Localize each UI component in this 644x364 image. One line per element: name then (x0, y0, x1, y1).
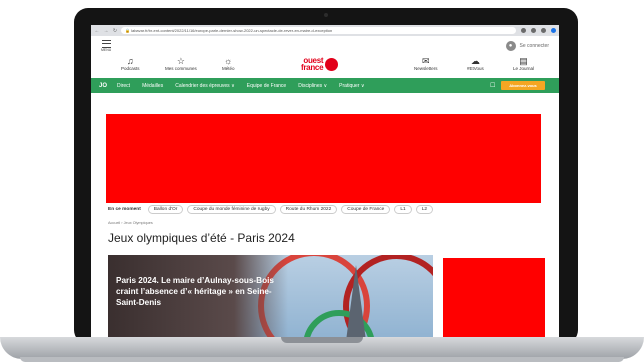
browser-screen: ← → ↻ 🔒 labavar.fr/br-ent-content/2022/1… (91, 25, 559, 341)
nav-equipe-de-france[interactable]: Equipe de France (247, 83, 286, 89)
ouest-france-logo[interactable]: ouest france (301, 56, 339, 72)
bookmark-icon[interactable]: ☐ (490, 82, 495, 89)
browser-toolbar: ← → ↻ 🔒 labavar.fr/br-ent-content/2022/1… (91, 25, 559, 36)
page-title: Jeux olympiques d’été - Paris 2024 (108, 231, 295, 245)
service-icons-row: ♫ Podcasts ☆ Mes communes ☼ Météo ouest … (91, 56, 559, 78)
hero-headline[interactable]: Paris 2024. Le maire d’Aulnay-sous-Bois … (116, 275, 276, 308)
address-bar[interactable]: 🔒 labavar.fr/br-ent-content/2022/11/16/e… (121, 27, 516, 34)
nav-disciplines[interactable]: Disciplines ∨ (298, 83, 327, 89)
laptop-frame: ← → ↻ 🔒 labavar.fr/br-ent-content/2022/1… (74, 8, 578, 344)
logo-text: ouest france (301, 56, 324, 72)
etvous-link[interactable]: ☁ #EtVous (467, 56, 484, 71)
hamburger-icon (101, 40, 111, 48)
login-link[interactable]: ● Se connecter (505, 41, 549, 51)
reload-icon[interactable]: ↻ (112, 28, 118, 34)
back-arrow-icon[interactable]: ← (94, 28, 100, 34)
trending-label: En ce moment (108, 207, 141, 212)
meteo-label: Météo (222, 66, 235, 71)
nav-direct[interactable]: Direct (117, 83, 130, 89)
laptop-base-shadow (20, 357, 624, 362)
hero-article[interactable]: Paris 2024. Le maire d’Aulnay-sous-Bois … (108, 255, 433, 341)
mes-communes-label: Mes communes (165, 66, 197, 71)
mail-icon: ✉ (421, 56, 430, 66)
login-label: Se connecter (519, 43, 549, 49)
nav-medailles[interactable]: Médailles (142, 83, 163, 89)
etvous-label: #EtVous (467, 66, 484, 71)
laptop-notch (281, 337, 363, 343)
headphones-icon: ♫ (126, 56, 134, 66)
webcam (324, 13, 328, 17)
le-journal-link[interactable]: ▤ Le Journal (513, 56, 534, 71)
site-topbar: MENU ● Se connecter (91, 36, 559, 56)
bookmark-star-icon[interactable] (531, 28, 536, 33)
profile-avatar-icon[interactable] (551, 28, 556, 33)
tag-chip[interactable]: Coupe du monde féminine de rugby (187, 205, 276, 214)
nav-pratiquer[interactable]: Pratiquer ∨ (339, 83, 364, 89)
meteo-link[interactable]: ☼ Météo (222, 56, 235, 71)
le-journal-label: Le Journal (513, 66, 535, 71)
forward-arrow-icon[interactable]: → (103, 28, 109, 34)
newspaper-icon: ▤ (519, 56, 528, 66)
main-nav: JO Direct Médailles Calendrier des épreu… (91, 78, 559, 93)
puzzle-icon[interactable] (541, 28, 546, 33)
subscribe-button[interactable]: Abonnez-vous (501, 81, 545, 90)
user-icon: ● (505, 41, 516, 51)
extension-icon[interactable] (521, 28, 526, 33)
ad-banner-top[interactable] (106, 114, 541, 203)
tag-chip[interactable]: Ballon d'Or (147, 205, 184, 214)
jo-label[interactable]: JO (99, 83, 107, 89)
tag-chip[interactable]: Coupe de France (341, 205, 391, 214)
newsletters-link[interactable]: ✉ Newsletters (414, 56, 438, 71)
nav-calendrier[interactable]: Calendrier des épreuves ∨ (175, 83, 235, 89)
weather-icon: ☼ (224, 56, 233, 66)
menu-button[interactable]: MENU (101, 40, 111, 52)
eiffel-tower-shape (346, 265, 366, 341)
chat-icon: ☁ (470, 56, 480, 66)
podcasts-label: Podcasts (121, 66, 140, 71)
podcasts-link[interactable]: ♫ Podcasts (121, 56, 140, 71)
breadcrumb[interactable]: Accueil › Jeux Olympiques (108, 221, 153, 225)
menu-label: MENU (101, 48, 112, 52)
star-icon: ☆ (176, 56, 185, 66)
url-text: labavar.fr/br-ent-content/2022/11/16/eur… (131, 28, 333, 33)
tag-chip[interactable]: Route du Rhum 2022 (279, 205, 338, 214)
tag-chip[interactable]: L1 (394, 205, 412, 214)
tag-chip[interactable]: L2 (415, 205, 434, 214)
trending-tags: En ce moment Ballon d'Or Coupe du monde … (108, 205, 434, 214)
mes-communes-link[interactable]: ☆ Mes communes (165, 56, 197, 71)
newsletters-label: Newsletters (414, 66, 438, 71)
ad-banner-side[interactable] (443, 258, 545, 341)
logo-mark (325, 57, 339, 71)
